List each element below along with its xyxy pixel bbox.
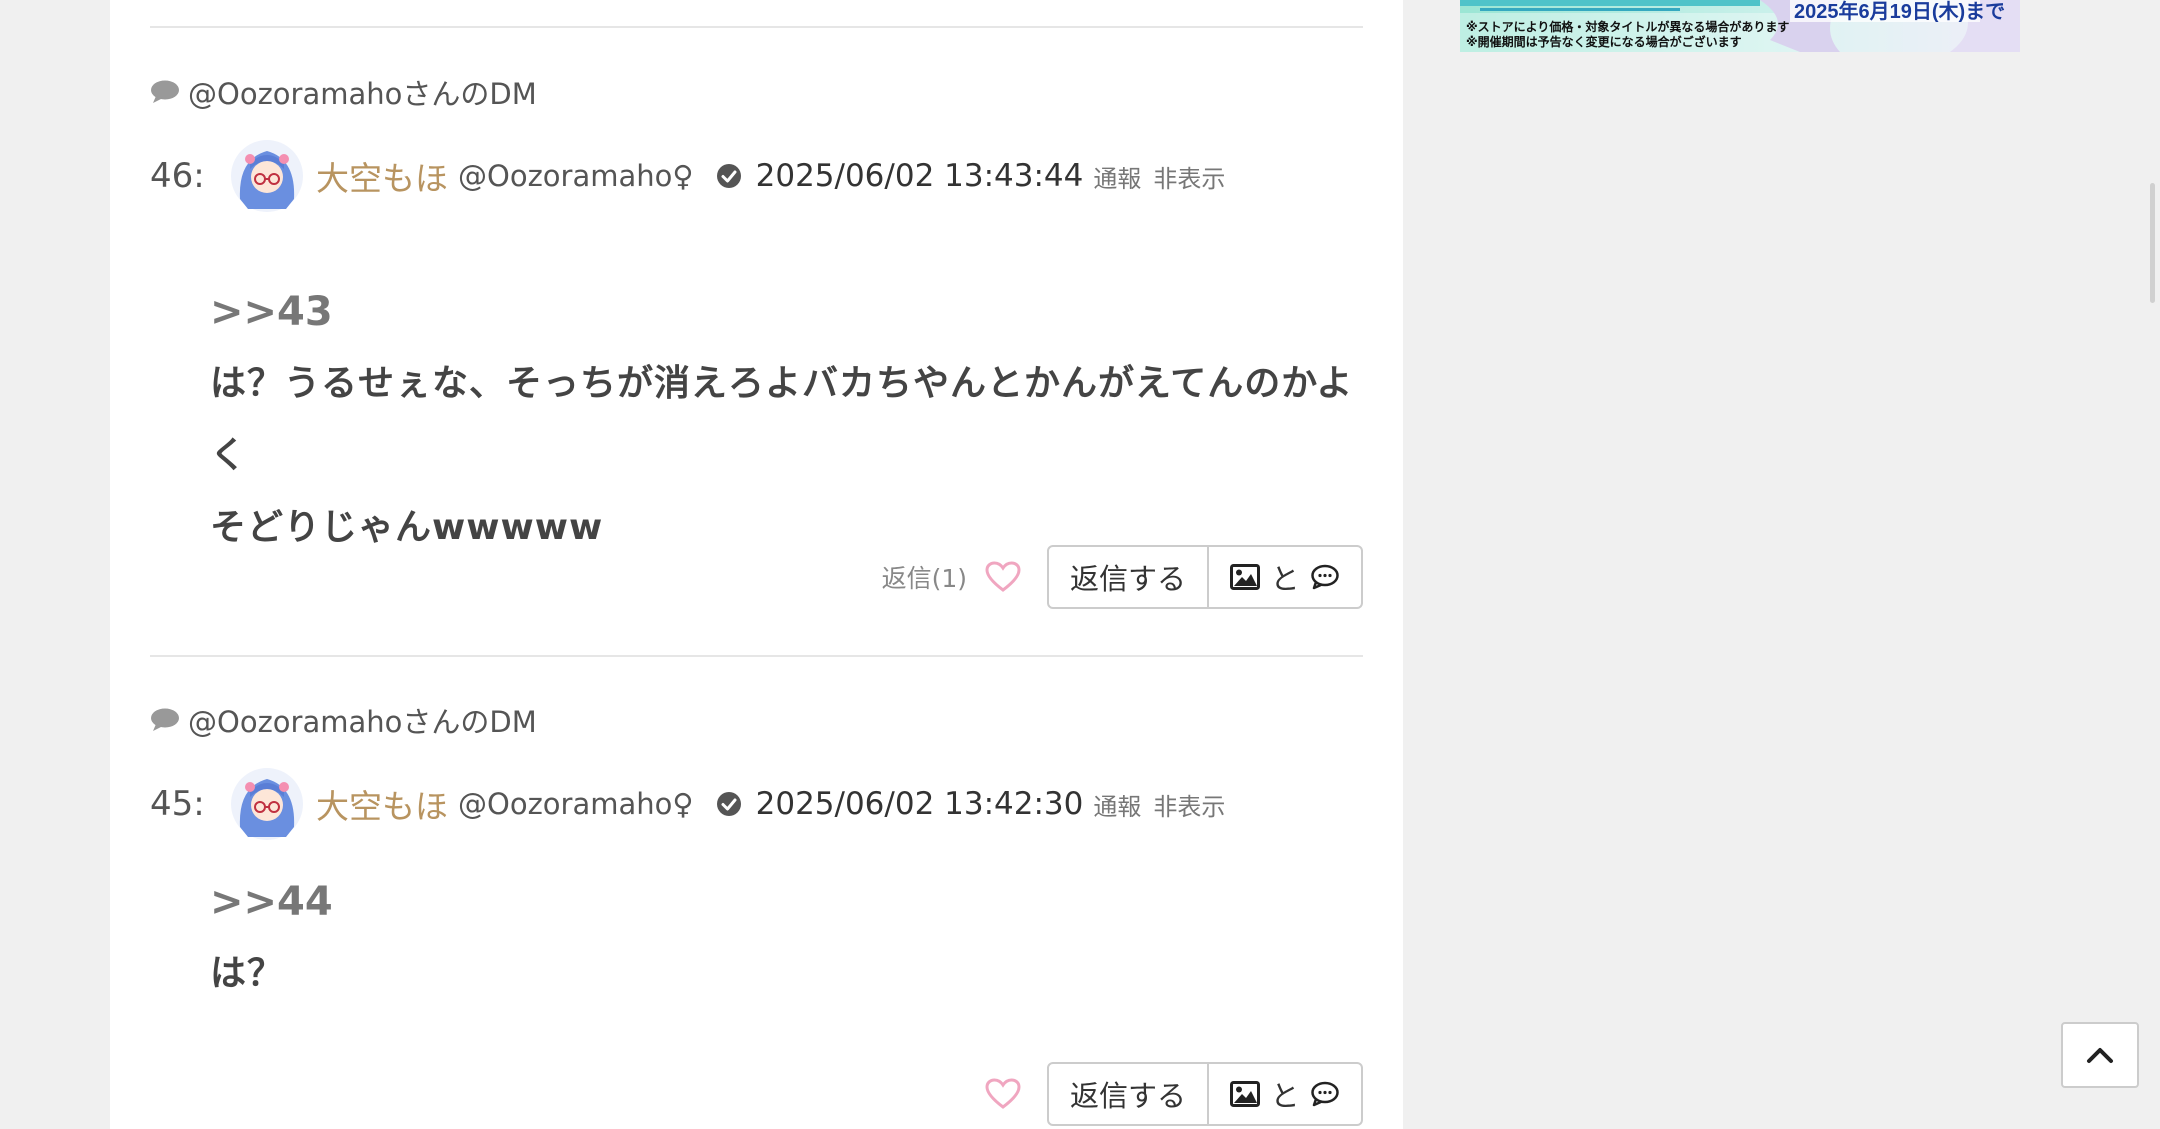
timestamp: 2025/06/02 13:43:44: [755, 158, 1084, 194]
reply-button[interactable]: 返信する: [1047, 1062, 1209, 1126]
dm-label-text: @OozoramahoさんのDM: [188, 705, 537, 739]
image-reply-button[interactable]: と: [1209, 1062, 1363, 1126]
thread-column: @OozoramahoさんのDM 46: 大空もほ @Oozoramaho ♀: [110, 0, 1403, 1129]
scrollbar-thumb[interactable]: [2150, 183, 2155, 303]
image-icon: [1230, 1081, 1261, 1107]
heart-icon[interactable]: [985, 561, 1021, 593]
post-body: >>44 は？: [210, 866, 1370, 1010]
check-circle-icon: [716, 164, 741, 188]
comment-icon: [1310, 564, 1339, 590]
speech-bubble-icon: [151, 80, 179, 103]
image-button-text: と: [1270, 1079, 1300, 1113]
post-actions: 返信する と: [985, 1060, 1363, 1128]
divider: [150, 26, 1363, 28]
image-reply-button[interactable]: と: [1209, 545, 1363, 609]
ad-note-2: ※開催期間は予告なく変更になる場合がございます: [1466, 34, 1742, 49]
image-button-text: と: [1270, 562, 1300, 596]
reply-anchor[interactable]: >>43: [210, 276, 1370, 348]
dm-label[interactable]: @OozoramahoさんのDM: [150, 700, 537, 740]
avatar[interactable]: [230, 767, 304, 841]
comment-icon: [1310, 1081, 1339, 1107]
post-header: 46: 大空もほ @Oozoramaho ♀ 2025/06/02 13:43:…: [150, 136, 1237, 216]
post-number[interactable]: 46:: [150, 156, 230, 196]
scroll-to-top-button[interactable]: [2061, 1022, 2139, 1088]
dm-label[interactable]: @OozoramahoさんのDM: [150, 72, 537, 112]
divider: [150, 655, 1363, 657]
post-header: 45: 大空もほ @Oozoramaho ♀ 2025/06/02 13:42:…: [150, 764, 1237, 844]
ad-banner[interactable]: 2025年6月19日(木)まで ※ストアにより価格・対象タイトルが異なる場合があ…: [1460, 0, 2020, 52]
post-actions: 返信(1) 返信する と: [882, 543, 1363, 611]
hide-link[interactable]: 非表示: [1153, 159, 1225, 194]
sex-symbol: ♀: [672, 787, 694, 821]
post-number[interactable]: 45:: [150, 784, 230, 824]
reply-button-label: 返信する: [1069, 562, 1186, 596]
reply-count-link[interactable]: 返信(1): [882, 559, 967, 595]
ad-date: 2025年6月19日(木)まで: [1794, 0, 2005, 23]
post-body: >>43 は？うるせぇな、そっちが消えろよバカちやんとかんがえてんのかよく そど…: [210, 276, 1370, 564]
reply-anchor[interactable]: >>44: [210, 866, 1370, 938]
timestamp: 2025/06/02 13:42:30: [755, 786, 1084, 822]
dm-label-text: @OozoramahoさんのDM: [188, 77, 537, 111]
heart-icon[interactable]: [985, 1078, 1021, 1110]
report-link[interactable]: 通報: [1093, 787, 1141, 822]
user-name[interactable]: 大空もほ: [316, 152, 448, 200]
user-id[interactable]: @Oozoramaho: [458, 159, 672, 193]
reply-button-label: 返信する: [1069, 1079, 1186, 1113]
image-icon: [1230, 564, 1261, 590]
report-link[interactable]: 通報: [1093, 159, 1141, 194]
hide-link[interactable]: 非表示: [1153, 787, 1225, 822]
message-line: は？: [210, 953, 285, 994]
check-circle-icon: [716, 792, 741, 816]
reply-button[interactable]: 返信する: [1047, 545, 1209, 609]
chevron-up-icon: [2087, 1048, 2113, 1063]
sex-symbol: ♀: [672, 159, 694, 193]
ad-note-1: ※ストアにより価格・対象タイトルが異なる場合があります: [1466, 19, 1789, 34]
user-name[interactable]: 大空もほ: [316, 780, 448, 828]
message-line: は？うるせぇな、そっちが消えろよバカちやんとかんがえてんのかよく: [210, 363, 1354, 476]
avatar[interactable]: [230, 139, 304, 213]
speech-bubble-icon: [151, 708, 179, 731]
ad-banner-image: 2025年6月19日(木)まで ※ストアにより価格・対象タイトルが異なる場合があ…: [1460, 0, 2020, 52]
user-id[interactable]: @Oozoramaho: [458, 787, 672, 821]
